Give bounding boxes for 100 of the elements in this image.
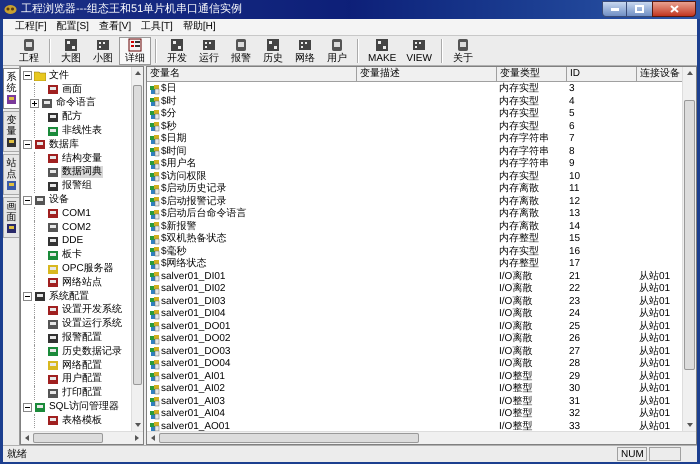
- item-icon: [34, 139, 46, 150]
- scroll-thumb[interactable]: [133, 85, 142, 385]
- tree-item[interactable]: DDE: [61, 235, 84, 248]
- table-cell[interactable]: $启动历史记录: [161, 183, 227, 196]
- tree-item[interactable]: OPC服务器: [61, 263, 115, 276]
- table-cell[interactable]: $用户名: [161, 158, 197, 170]
- horizontal-scrollbar[interactable]: [147, 431, 696, 444]
- menu-item[interactable]: 帮助[H]: [180, 22, 218, 32]
- column-header[interactable]: 连接设备: [637, 67, 682, 82]
- toolbar-button[interactable]: VIEW: [401, 36, 437, 64]
- tree-item[interactable]: 网络站点: [61, 276, 103, 289]
- table-cell[interactable]: $日: [161, 83, 177, 96]
- table-cell[interactable]: salver01_DO04: [161, 358, 230, 370]
- table-cell[interactable]: salver01_DO02: [161, 333, 230, 346]
- table-cell[interactable]: $时间: [161, 146, 187, 158]
- table-cell[interactable]: salver01_DI03: [161, 296, 226, 308]
- scroll-thumb[interactable]: [159, 433, 419, 443]
- tree-item[interactable]: 报警组: [61, 180, 93, 192]
- tree-item[interactable]: 命令语言: [55, 97, 97, 110]
- column-header[interactable]: ID: [567, 67, 637, 82]
- table-cell[interactable]: $启动报警记录: [161, 196, 227, 208]
- tree-item[interactable]: 设置运行系统: [61, 318, 123, 330]
- table-cell[interactable]: salver01_AI04: [161, 408, 225, 420]
- tree-item[interactable]: 数据库: [48, 138, 80, 151]
- table-cell[interactable]: $双机热备状态: [161, 233, 227, 246]
- tree-item[interactable]: 报警配置: [61, 332, 103, 344]
- vertical-scrollbar[interactable]: [131, 67, 143, 431]
- tree-item[interactable]: 非线性表: [61, 125, 103, 138]
- scroll-thumb[interactable]: [33, 433, 103, 443]
- tree-item[interactable]: COM1: [61, 208, 92, 220]
- tree-item[interactable]: 用户配置: [61, 373, 103, 386]
- tree-item[interactable]: 设置开发系统: [61, 304, 123, 316]
- collapse-icon[interactable]: [23, 140, 32, 150]
- table-cell: 9: [569, 158, 575, 170]
- column-header[interactable]: 变量描述: [357, 67, 497, 82]
- toolbar-button[interactable]: 关于: [446, 36, 479, 64]
- tree-item[interactable]: 网络配置: [61, 360, 103, 372]
- column-header[interactable]: 变量名: [147, 67, 357, 82]
- table-cell[interactable]: $毫秒: [161, 246, 187, 258]
- table-cell[interactable]: $访问权限: [161, 170, 207, 183]
- toolbar-button[interactable]: 运行: [193, 36, 225, 64]
- table-cell[interactable]: $新报警: [161, 220, 197, 233]
- expand-icon[interactable]: [30, 98, 39, 108]
- close-button[interactable]: [652, 1, 696, 17]
- toolbar-button[interactable]: 网络: [289, 36, 321, 64]
- minimize-button[interactable]: [602, 1, 627, 17]
- table-cell[interactable]: salver01_DO01: [161, 320, 230, 333]
- collapse-icon[interactable]: [23, 402, 32, 412]
- table-cell[interactable]: $时: [161, 96, 177, 108]
- tree-item[interactable]: SQL访问管理器: [48, 401, 120, 414]
- toolbar-button[interactable]: 历史: [257, 36, 289, 64]
- tree-item[interactable]: 表格模板: [61, 414, 103, 427]
- menu-item[interactable]: 查看[V]: [96, 22, 134, 32]
- tree-item[interactable]: 板卡: [61, 249, 83, 262]
- toolbar-button[interactable]: 开发: [161, 36, 193, 64]
- maximize-button[interactable]: [627, 1, 652, 17]
- toolbar-button[interactable]: 大图: [55, 36, 87, 64]
- vertical-scrollbar[interactable]: [682, 67, 696, 431]
- horizontal-scrollbar[interactable]: [21, 431, 143, 444]
- tree-item[interactable]: 画面: [61, 84, 83, 96]
- tree-item[interactable]: 系统配置: [48, 290, 90, 303]
- table-cell[interactable]: salver01_DI04: [161, 308, 226, 320]
- table-cell[interactable]: $网络状态: [161, 258, 207, 270]
- toolbar-button[interactable]: 报警: [225, 36, 257, 64]
- tree-item[interactable]: 设备: [48, 194, 70, 206]
- table-cell[interactable]: salver01_AI01: [161, 370, 225, 383]
- scroll-thumb[interactable]: [684, 100, 695, 370]
- table-cell[interactable]: $日期: [161, 133, 187, 146]
- column-header[interactable]: 变量类型: [497, 67, 567, 82]
- table-cell[interactable]: $秒: [161, 120, 177, 133]
- table-cell[interactable]: salver01_DI02: [161, 283, 226, 296]
- tree-item[interactable]: 配方: [61, 111, 83, 124]
- collapse-icon[interactable]: [23, 196, 32, 205]
- side-tab[interactable]: 变量: [3, 111, 19, 152]
- table-cell[interactable]: salver01_AO01: [161, 420, 230, 431]
- menu-item[interactable]: 工程[F]: [13, 22, 49, 32]
- table-cell[interactable]: $启动后台命令语言: [161, 208, 247, 220]
- tree-item[interactable]: COM2: [61, 222, 92, 234]
- table-cell[interactable]: $分: [161, 108, 177, 120]
- table-cell[interactable]: salver01_AI03: [161, 396, 225, 408]
- tree-item[interactable]: 历史数据记录: [61, 346, 123, 358]
- table-cell[interactable]: salver01_DO03: [161, 346, 230, 358]
- tree-item[interactable]: 结构变量: [61, 152, 103, 165]
- toolbar-button[interactable]: 小图: [87, 36, 119, 64]
- tree-item[interactable]: 打印配置: [61, 387, 103, 400]
- toolbar-button[interactable]: MAKE: [363, 36, 402, 64]
- side-tab[interactable]: 画面: [3, 197, 19, 238]
- menu-item[interactable]: 工具[T]: [139, 22, 175, 32]
- table-cell[interactable]: salver01_AI02: [161, 383, 225, 396]
- collapse-icon[interactable]: [23, 71, 32, 80]
- side-tab[interactable]: 站点: [3, 154, 19, 195]
- toolbar-button[interactable]: 详细: [119, 36, 151, 64]
- table-cell[interactable]: salver01_DI01: [161, 270, 226, 283]
- menu-item[interactable]: 配置[S]: [54, 22, 91, 32]
- side-tab[interactable]: 系统: [3, 68, 19, 109]
- tree-item[interactable]: 数据词典: [61, 166, 103, 178]
- toolbar-button[interactable]: 用户: [321, 36, 353, 64]
- toolbar-button[interactable]: 工程: [13, 36, 45, 64]
- tree-item[interactable]: 文件: [48, 70, 70, 82]
- collapse-icon[interactable]: [23, 292, 32, 302]
